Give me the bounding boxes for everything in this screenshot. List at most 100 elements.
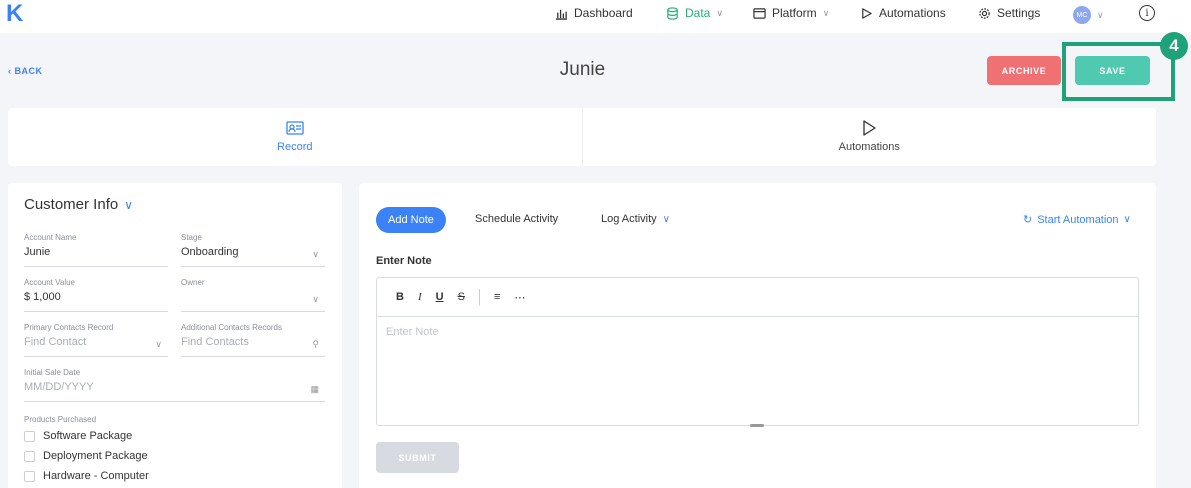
tab-record[interactable]: Record (8, 108, 582, 166)
chevron-down-icon: ∨ (822, 7, 830, 18)
owner-select[interactable]: ∨ (181, 291, 325, 312)
italic-button[interactable]: I (418, 291, 422, 303)
account-name-field: Account Name Junie (24, 233, 168, 267)
product-label: Deployment Package (43, 450, 148, 462)
play-icon (863, 120, 876, 136)
initial-sale-date-input[interactable]: MM/DD/YYYY ▦ (24, 381, 325, 402)
archive-button[interactable]: ARCHIVE (987, 56, 1061, 85)
chevron-down-icon: ∨ (1123, 214, 1131, 225)
account-name-input[interactable]: Junie (24, 246, 168, 267)
user-menu[interactable]: MC ∨ (1073, 6, 1104, 24)
stage-label: Stage (181, 233, 202, 242)
log-activity-label: Log Activity (601, 213, 657, 225)
account-value-input[interactable]: $ 1,000 (24, 291, 168, 312)
chevron-down-icon: ∨ (716, 7, 723, 18)
refresh-icon: ↻ (1023, 214, 1033, 226)
nav-automations[interactable]: Automations (860, 6, 946, 20)
stage-field: Stage Onboarding ∨ (181, 233, 325, 267)
customer-info-header[interactable]: Customer Info ∨ (24, 196, 133, 213)
nav-platform[interactable]: Platform ∨ (753, 6, 829, 20)
product-label: Hardware - Computer (43, 470, 149, 482)
bullet-list-icon[interactable]: ⋯ (514, 291, 525, 304)
nav-automations-label: Automations (879, 6, 946, 20)
bold-button[interactable]: B (396, 291, 404, 303)
owner-field: Owner ∨ (181, 278, 325, 312)
checkbox[interactable] (24, 470, 35, 482)
start-automation-button[interactable]: ↻ Start Automation ∨ (1023, 213, 1131, 227)
record-tabs: Record Automations (8, 108, 1156, 166)
initial-sale-date-field: Initial Sale Date MM/DD/YYYY ▦ (24, 368, 325, 402)
customer-info-card: Customer Info ∨ Account Name Junie Stage… (8, 183, 342, 488)
chevron-down-icon: ∨ (124, 197, 134, 212)
calendar-icon: ▦ (310, 384, 319, 394)
initial-sale-date-placeholder: MM/DD/YYYY (24, 381, 94, 393)
tab-automations-label: Automations (838, 141, 900, 153)
additional-contacts-input[interactable]: Find Contacts ⚲ (181, 336, 325, 357)
tab-automations[interactable]: Automations (581, 108, 1157, 166)
initial-sale-date-label: Initial Sale Date (24, 368, 81, 377)
checkbox[interactable] (24, 450, 35, 462)
checkbox[interactable] (24, 430, 35, 442)
resize-handle[interactable] (750, 424, 764, 427)
tab-record-label: Record (277, 141, 313, 153)
contact-card-icon (286, 121, 304, 135)
step-badge: 4 (1160, 32, 1188, 60)
nav-settings[interactable]: Settings (978, 6, 1040, 20)
editor-toolbar: B I U S ≡ ⋯ (377, 278, 1138, 317)
submit-button[interactable]: SUBMIT (376, 442, 459, 473)
ordered-list-icon[interactable]: ≡ (494, 291, 500, 303)
save-button[interactable]: SAVE (1075, 56, 1150, 85)
app-logo[interactable]: K (6, 0, 23, 28)
stage-value: Onboarding (181, 246, 239, 258)
strikethrough-button[interactable]: S (458, 291, 465, 303)
search-icon: ⚲ (312, 339, 319, 349)
additional-contacts-field: Additional Contacts Records Find Contact… (181, 323, 325, 357)
nav-dashboard[interactable]: Dashboard (555, 6, 633, 20)
nav-platform-label: Platform (772, 6, 817, 20)
account-value-label: Account Value (24, 278, 75, 287)
stage-select[interactable]: Onboarding ∨ (181, 246, 325, 267)
toolbar-divider (478, 289, 480, 305)
nav-dashboard-label: Dashboard (574, 6, 633, 20)
customer-info-title: Customer Info (24, 196, 119, 213)
note-textarea[interactable]: Enter Note (377, 317, 1138, 347)
add-note-button[interactable]: Add Note (376, 207, 446, 233)
additional-contacts-placeholder: Find Contacts (181, 336, 249, 348)
product-label: Software Package (43, 430, 133, 442)
primary-contacts-label: Primary Contacts Record (24, 323, 114, 332)
account-name-label: Account Name (24, 233, 77, 242)
nav-settings-label: Settings (997, 6, 1041, 20)
product-checkbox-row[interactable]: Hardware - Computer (24, 470, 149, 482)
product-checkbox-row[interactable]: Software Package (24, 430, 132, 442)
enter-note-label: Enter Note (376, 255, 432, 267)
activity-card: Add Note Schedule Activity Log Activity … (359, 183, 1156, 488)
schedule-activity-tab[interactable]: Schedule Activity (475, 213, 558, 225)
nav-data[interactable]: Data ∨ (666, 6, 723, 20)
primary-contacts-field: Primary Contacts Record Find Contact ∨ (24, 323, 168, 357)
products-purchased-label: Products Purchased (24, 415, 97, 424)
underline-button[interactable]: U (436, 291, 444, 303)
avatar: MC (1073, 6, 1091, 24)
chevron-down-icon: ∨ (1097, 9, 1104, 20)
primary-contacts-select[interactable]: Find Contact ∨ (24, 336, 168, 357)
chevron-down-icon: ∨ (312, 294, 319, 304)
additional-contacts-label: Additional Contacts Records (181, 323, 282, 332)
window-icon (753, 7, 766, 19)
chevron-down-icon: ∨ (312, 249, 319, 259)
play-icon (862, 7, 872, 19)
top-nav: K Dashboard Data ∨ Platform ∨ Automation… (0, 0, 1191, 33)
log-activity-tab[interactable]: Log Activity ∨ (601, 213, 670, 225)
note-editor: B I U S ≡ ⋯ Enter Note (376, 277, 1139, 427)
chevron-down-icon: ∨ (662, 213, 670, 225)
database-icon (667, 6, 678, 20)
product-checkbox-row[interactable]: Deployment Package (24, 450, 148, 462)
chevron-down-icon: ∨ (155, 339, 162, 349)
owner-label: Owner (181, 278, 205, 287)
primary-contacts-placeholder: Find Contact (24, 336, 87, 348)
nav-data-label: Data (685, 6, 711, 20)
gear-icon (979, 7, 990, 19)
bar-chart-icon (555, 9, 568, 20)
start-automation-label: Start Automation (1037, 213, 1119, 226)
info-icon[interactable]: i (1139, 5, 1155, 21)
account-value-field: Account Value $ 1,000 (24, 278, 168, 312)
